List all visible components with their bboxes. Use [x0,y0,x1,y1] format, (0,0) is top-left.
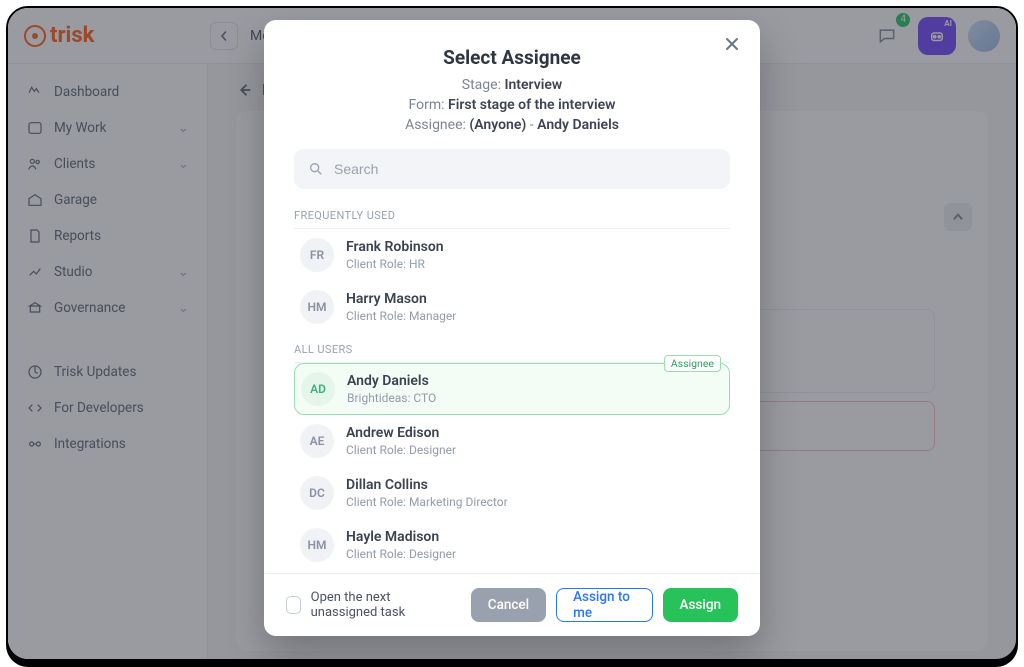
user-initials: AD [301,372,335,406]
user-name: Andy Daniels [347,373,436,389]
assign-button[interactable]: Assign [663,588,738,622]
search-input[interactable] [334,161,716,177]
user-name: Dillan Collins [346,477,508,493]
user-row[interactable]: DC Dillan Collins Client Role: Marketing… [294,467,730,519]
stage-meta: Stage: Interview [294,77,730,93]
assignee-badge: Assignee [664,355,721,372]
user-row[interactable]: HM Hayle Madison Client Role: Designer [294,519,730,571]
close-icon [724,36,740,52]
user-initials: HM [300,290,334,324]
user-row[interactable]: HM Harry Mason Client Role: Manager [294,281,730,333]
user-sub: Client Role: Manager [346,309,456,323]
user-sub: Brightideas: CTO [347,391,436,405]
user-name: Andrew Edison [346,425,456,441]
form-meta: Form: First stage of the interview [294,97,730,113]
assign-to-me-button[interactable]: Assign to me [556,588,652,622]
cancel-button[interactable]: Cancel [471,588,546,622]
user-name: Harry Mason [346,291,456,307]
open-next-checkbox[interactable] [286,596,301,614]
user-sub: Client Role: Designer [346,443,456,457]
modal-scrim[interactable]: Select Assignee Stage: Interview Form: F… [8,8,1016,659]
close-button[interactable] [718,30,746,58]
modal-title: Select Assignee [294,46,730,69]
user-initials: AE [300,424,334,458]
modal-scroll-area[interactable]: FREQUENTLY USED FR Frank Robinson Client… [264,143,760,573]
user-sub: Client Role: Designer [346,547,456,561]
search-icon [308,161,324,177]
user-row[interactable]: AE Andrew Edison Client Role: Designer [294,415,730,467]
assignee-meta: Assignee: (Anyone) - Andy Daniels [294,117,730,133]
user-row[interactable]: FR Frank Robinson Client Role: HR [294,229,730,281]
user-initials: FR [300,238,334,272]
user-sub: Client Role: HR [346,257,444,271]
user-initials: DC [300,476,334,510]
user-name: Frank Robinson [346,239,444,255]
user-name: Hayle Madison [346,529,456,545]
open-next-label: Open the next unassigned task [311,590,451,620]
user-row-selected[interactable]: Assignee AD Andy Daniels Brightideas: CT… [294,363,730,415]
group-frequent: FREQUENTLY USED [294,203,730,229]
user-initials: HM [300,528,334,562]
user-row[interactable]: JN Jenny Nollan [294,571,730,573]
modal-footer: Open the next unassigned task Cancel Ass… [264,573,760,636]
app-frame: trisk Mond 4 AI Dashboard My Work ⌄ [6,6,1018,661]
search-field[interactable] [294,149,730,189]
select-assignee-modal: Select Assignee Stage: Interview Form: F… [264,20,760,636]
user-sub: Client Role: Marketing Director [346,495,508,509]
